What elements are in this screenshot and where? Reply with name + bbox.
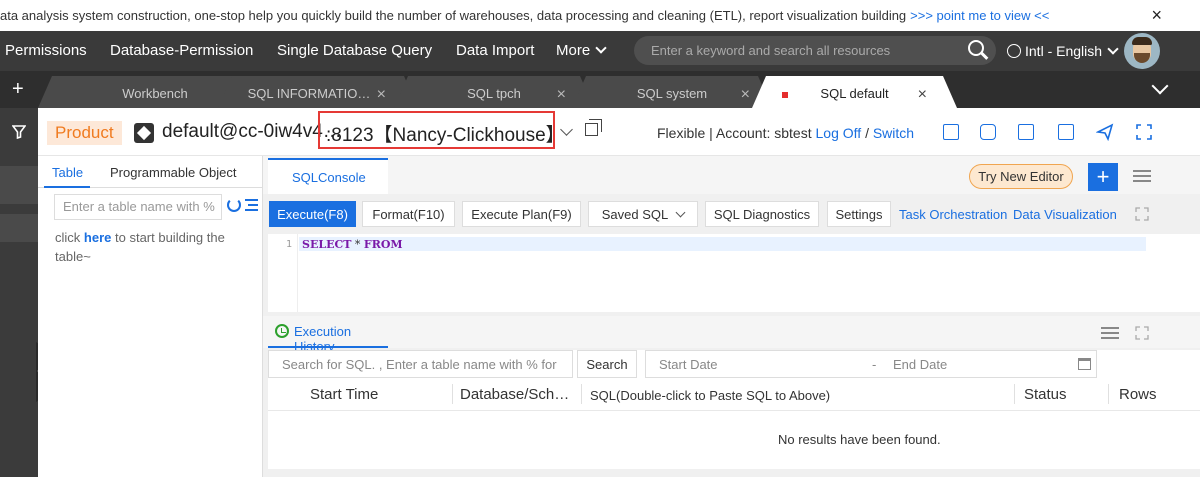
connection-name[interactable]: default@cc-0iw4v4… bbox=[162, 121, 342, 143]
end-date-field[interactable]: End Date bbox=[893, 357, 947, 372]
top-navigation: Permissions Database-Permission Single D… bbox=[0, 31, 1200, 71]
table-search-input[interactable]: Enter a table name with % bbox=[54, 194, 222, 220]
close-icon[interactable]: × bbox=[377, 86, 386, 104]
date-range-picker[interactable]: Start Date - End Date bbox=[645, 350, 1097, 378]
chevron-down-icon bbox=[675, 207, 686, 218]
object-browser-tabs: Table Programmable Object bbox=[38, 156, 263, 188]
tab-sql-system[interactable]: SQL system × bbox=[572, 76, 772, 108]
try-new-editor-button[interactable]: Try New Editor bbox=[969, 164, 1073, 189]
chevron-down-icon bbox=[595, 42, 607, 54]
tab-table[interactable]: Table bbox=[52, 165, 83, 180]
history-header: Execution History bbox=[263, 316, 1200, 354]
nav-data-import[interactable]: Data Import bbox=[456, 42, 534, 59]
table-icon[interactable] bbox=[943, 124, 959, 140]
globe-icon bbox=[1007, 44, 1021, 58]
tab-overflow-chevron-icon[interactable] bbox=[1151, 77, 1169, 95]
object-browser-panel: Table Programmable Object Enter a table … bbox=[38, 156, 263, 477]
workspace-tab-bar: + Workbench SQL INFORMATIO… × SQL tpch ×… bbox=[0, 71, 1200, 108]
history-table-body: No results have been found. bbox=[268, 411, 1200, 469]
tab-sql-tpch[interactable]: SQL tpch × bbox=[394, 76, 594, 108]
user-avatar[interactable] bbox=[1124, 33, 1160, 69]
tab-sql-default[interactable]: SQL default × bbox=[752, 76, 957, 108]
fullscreen-icon[interactable] bbox=[1136, 124, 1152, 140]
execute-button[interactable]: Execute(F8) bbox=[269, 201, 356, 227]
editor-tab-strip: SQLConsole Try New Editor + bbox=[263, 156, 1200, 194]
list-toggle-icon[interactable] bbox=[245, 199, 258, 211]
language-selector[interactable]: Intl - English bbox=[1007, 43, 1119, 59]
send-icon[interactable] bbox=[1096, 123, 1114, 141]
sql-toolbar: Execute(F8) Format(F10) Execute Plan(F9)… bbox=[263, 200, 1200, 228]
document-icon[interactable] bbox=[1058, 124, 1074, 140]
product-badge[interactable]: Product bbox=[47, 121, 122, 145]
start-date-field[interactable]: Start Date bbox=[659, 357, 718, 372]
create-table-hint: click here to start building the table~ bbox=[55, 230, 225, 264]
menu-icon[interactable] bbox=[1101, 327, 1119, 339]
copy-icon[interactable] bbox=[585, 119, 602, 136]
nav-more[interactable]: More bbox=[556, 42, 607, 59]
filter-icon[interactable] bbox=[12, 125, 26, 139]
column-start-time[interactable]: Start Time bbox=[310, 386, 378, 403]
column-rows[interactable]: Rows bbox=[1119, 386, 1157, 403]
banner-close-icon[interactable]: × bbox=[1151, 5, 1162, 26]
chevron-down-icon bbox=[1107, 43, 1119, 55]
saved-sql-button[interactable]: Saved SQL bbox=[588, 201, 698, 227]
announcement-banner: ata analysis system construction, one-st… bbox=[0, 0, 1200, 31]
sql-diagnostics-button[interactable]: SQL Diagnostics bbox=[705, 201, 819, 227]
add-console-button[interactable]: + bbox=[1088, 163, 1118, 191]
tab-programmable-object[interactable]: Programmable Object bbox=[110, 165, 236, 180]
history-clock-icon bbox=[275, 324, 289, 338]
logoff-link[interactable]: Log Off bbox=[816, 125, 862, 141]
sql-editor[interactable]: 1 SELECT * FROM bbox=[268, 234, 1200, 312]
calendar-icon[interactable] bbox=[1078, 358, 1091, 370]
empty-state-text: No results have been found. bbox=[778, 432, 941, 447]
account-info: Flexible | Account: sbtest Log Off / Swi… bbox=[657, 125, 915, 141]
settings-button[interactable]: Settings bbox=[827, 201, 891, 227]
nav-permissions[interactable]: Permissions bbox=[5, 42, 87, 59]
refresh-icon[interactable] bbox=[227, 198, 241, 212]
task-orchestration-link[interactable]: Task Orchestration bbox=[899, 207, 1007, 222]
create-table-link[interactable]: here bbox=[84, 230, 111, 245]
tab-execution-history[interactable]: Execution History bbox=[268, 316, 388, 354]
column-status[interactable]: Status bbox=[1024, 386, 1067, 403]
execute-plan-button[interactable]: Execute Plan(F9) bbox=[462, 201, 581, 227]
banner-link[interactable]: >>> point me to view << bbox=[910, 8, 1049, 23]
expand-icon[interactable] bbox=[1135, 207, 1149, 221]
history-search-bar: Search for SQL. , Enter a table name wit… bbox=[268, 350, 1200, 378]
database-icon bbox=[134, 123, 154, 143]
search-icon[interactable] bbox=[968, 40, 984, 56]
column-sql[interactable]: SQL(Double-click to Paste SQL to Above) bbox=[590, 388, 830, 403]
history-search-input[interactable]: Search for SQL. , Enter a table name wit… bbox=[268, 350, 573, 378]
column-database[interactable]: Database/Sch… bbox=[460, 386, 569, 403]
rail-item[interactable] bbox=[0, 214, 38, 242]
rail-item[interactable] bbox=[0, 166, 38, 204]
data-visualization-link[interactable]: Data Visualization bbox=[1013, 207, 1117, 222]
external-link-icon[interactable] bbox=[1018, 124, 1034, 140]
close-icon[interactable]: × bbox=[557, 86, 566, 104]
new-tab-plus-icon[interactable]: + bbox=[12, 78, 24, 101]
nav-database-permission[interactable]: Database-Permission bbox=[110, 42, 253, 59]
banner-text: ata analysis system construction, one-st… bbox=[0, 8, 907, 23]
active-line bbox=[299, 237, 1146, 251]
history-search-button[interactable]: Search bbox=[577, 350, 637, 378]
nav-single-database-query[interactable]: Single Database Query bbox=[277, 42, 432, 59]
history-table-header: Start Time Database/Sch… SQL(Double-clic… bbox=[268, 378, 1200, 411]
sql-workspace: SQLConsole Try New Editor + Execute(F8) … bbox=[263, 156, 1200, 477]
instance-name[interactable]: :8123【Nancy-Clickhouse】 bbox=[326, 120, 565, 147]
connection-context-bar: Product default@cc-0iw4v4… :8123【Nancy-C… bbox=[38, 108, 1200, 156]
tab-sql-information[interactable]: SQL INFORMATIO… × bbox=[218, 76, 418, 108]
close-icon[interactable]: × bbox=[918, 86, 927, 104]
close-icon[interactable]: × bbox=[741, 86, 750, 104]
sql-code[interactable]: SELECT * FROM bbox=[302, 238, 403, 251]
switch-link[interactable]: Switch bbox=[873, 125, 914, 141]
chart-icon[interactable] bbox=[980, 124, 996, 140]
unsaved-dot-icon bbox=[782, 92, 788, 98]
menu-icon[interactable] bbox=[1133, 170, 1151, 182]
format-button[interactable]: Format(F10) bbox=[362, 201, 455, 227]
line-number: 1 bbox=[286, 239, 293, 250]
tab-sqlconsole[interactable]: SQLConsole bbox=[268, 158, 388, 194]
left-rail bbox=[0, 108, 38, 477]
global-search-input[interactable]: Enter a keyword and search all resources bbox=[634, 36, 996, 65]
expand-icon[interactable] bbox=[1135, 326, 1149, 340]
